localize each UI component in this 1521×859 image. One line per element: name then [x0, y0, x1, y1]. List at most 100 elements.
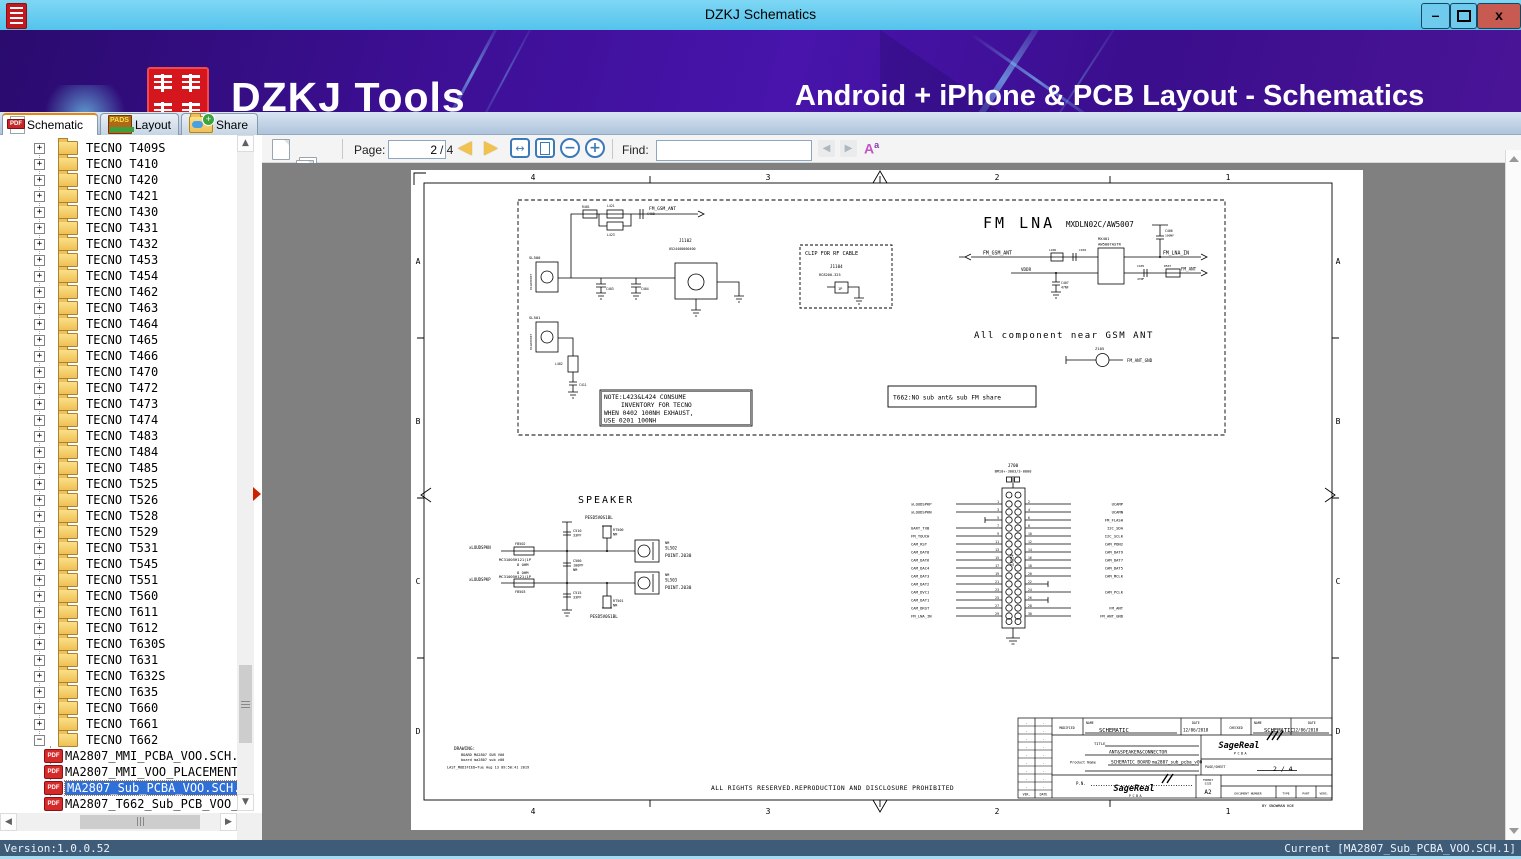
tree-folder-item[interactable]: + TECNO T531 [0, 538, 237, 556]
tree-folder-item[interactable]: + TECNO T485 [0, 458, 237, 476]
tree-folder-item[interactable]: + TECNO T611 [0, 602, 237, 620]
tree-folder-item[interactable]: + TECNO T474 [0, 410, 237, 428]
expand-icon[interactable]: + [34, 702, 45, 714]
tree-folder-item[interactable]: + TECNO T420 [0, 170, 237, 188]
tree-hscrollbar[interactable]: ◀ ▶ [0, 813, 237, 831]
tree-folder-item[interactable]: + TECNO T560 [0, 586, 237, 604]
fit-width-button[interactable]: ↔ [510, 138, 530, 158]
expand-icon[interactable]: + [34, 174, 45, 186]
expand-icon[interactable]: + [34, 510, 45, 522]
page-number-input[interactable] [388, 140, 446, 159]
expand-icon[interactable]: + [34, 206, 45, 218]
expand-icon[interactable]: + [34, 318, 45, 330]
expand-icon[interactable]: + [34, 574, 45, 586]
scroll-right-button[interactable]: ▶ [220, 813, 237, 831]
next-page-button[interactable]: ▶ [484, 137, 498, 158]
expand-icon[interactable]: + [34, 462, 45, 474]
tree-folder-item[interactable]: + TECNO T612 [0, 618, 237, 636]
scroll-left-button[interactable]: ◀ [0, 813, 17, 831]
expand-icon[interactable]: + [34, 158, 45, 170]
tree-folder-item[interactable]: + TECNO T631 [0, 650, 237, 668]
scroll-down-button[interactable]: ▼ [237, 794, 254, 811]
scroll-thumb[interactable] [80, 815, 200, 829]
tree-folder-item[interactable]: + TECNO T410 [0, 154, 237, 172]
scroll-down-icon[interactable] [1509, 828, 1519, 834]
tree-folder-item[interactable]: + TECNO T473 [0, 394, 237, 412]
zoom-out-button[interactable]: − [560, 138, 580, 158]
tree-folder-item[interactable]: + TECNO T545 [0, 554, 237, 572]
expand-icon[interactable]: + [34, 590, 45, 602]
find-previous-button[interactable]: ◀ [818, 140, 835, 157]
tab-layout[interactable]: PADS Layout [100, 113, 179, 135]
tree-folder-item[interactable]: + TECNO T528 [0, 506, 237, 524]
tree-folder-item[interactable]: + TECNO T463 [0, 298, 237, 316]
tree-folder-item[interactable]: + TECNO T462 [0, 282, 237, 300]
tree-folder-item[interactable]: + TECNO T632S [0, 666, 237, 684]
expand-icon[interactable]: + [34, 414, 45, 426]
tree-folder-item[interactable]: + TECNO T421 [0, 186, 237, 204]
match-case-icon[interactable]: Aa [864, 140, 879, 157]
expand-icon[interactable]: + [34, 142, 45, 154]
expand-icon[interactable]: + [34, 446, 45, 458]
tree-folder-item[interactable]: + TECNO T470 [0, 362, 237, 380]
expand-icon[interactable]: + [34, 254, 45, 266]
collapse-icon[interactable]: − [34, 734, 45, 746]
expand-icon[interactable]: + [34, 542, 45, 554]
tree-document-item[interactable]: PDF MA2807_MMI_VOO_PLACEMENT [0, 764, 237, 780]
close-button[interactable]: x [1477, 3, 1521, 29]
expand-icon[interactable]: + [34, 286, 45, 298]
previous-page-button[interactable]: ◀ [458, 137, 472, 158]
scroll-up-icon[interactable] [1509, 156, 1519, 162]
schematic-page[interactable]: 43 21 43 21 AB CD AB CD SL500 81G000007 … [411, 170, 1363, 830]
tree-document-item[interactable]: PDFMA2807_T662_Sub_PCB_VOO_place [0, 796, 237, 812]
tree-folder-item[interactable]: − TECNO T662 [0, 730, 237, 748]
tree-document-item[interactable]: PDF MA2807_Sub_PCBA_VOO.SCH.1 [0, 780, 237, 796]
expand-icon[interactable]: + [34, 686, 45, 698]
expand-icon[interactable]: + [34, 638, 45, 650]
expand-icon[interactable]: + [34, 350, 45, 362]
tree-folder-item[interactable]: + TECNO T432 [0, 234, 237, 252]
tree-folder-item[interactable]: + TECNO T454 [0, 266, 237, 284]
expand-icon[interactable]: + [34, 382, 45, 394]
find-input[interactable] [656, 140, 812, 161]
tree-folder-item[interactable]: + TECNO T526 [0, 490, 237, 508]
expand-icon[interactable]: + [34, 718, 45, 730]
expand-icon[interactable]: + [34, 494, 45, 506]
tree-folder-item[interactable]: + TECNO T551 [0, 570, 237, 588]
viewer-vscrollbar[interactable] [1505, 150, 1521, 840]
tree-folder-item[interactable]: + TECNO T660 [0, 698, 237, 716]
tree-folder-item[interactable]: + TECNO T430 [0, 202, 237, 220]
tree-folder-item[interactable]: + TECNO T431 [0, 218, 237, 236]
tree-folder-item[interactable]: + TECNO T525 [0, 474, 237, 492]
find-next-button[interactable]: ▶ [840, 140, 857, 157]
tree-folder-item[interactable]: + TECNO T484 [0, 442, 237, 460]
expand-icon[interactable]: + [34, 366, 45, 378]
tree-folder-item[interactable]: + TECNO T409S [0, 138, 237, 156]
expand-icon[interactable]: + [34, 238, 45, 250]
expand-icon[interactable]: + [34, 606, 45, 618]
tree-folder-item[interactable]: + TECNO T630S [0, 634, 237, 652]
tree-document-item[interactable]: PDF MA2807_MMI_PCBA_VOO.SCH.1 [0, 748, 237, 764]
tree-folder-item[interactable]: + TECNO T661 [0, 714, 237, 732]
tree-vscrollbar[interactable]: ▲ ▼ [237, 135, 254, 811]
expand-icon[interactable]: + [34, 654, 45, 666]
expand-icon[interactable]: + [34, 302, 45, 314]
expand-icon[interactable]: + [34, 398, 45, 410]
expand-icon[interactable]: + [34, 558, 45, 570]
expand-icon[interactable]: + [34, 222, 45, 234]
expand-icon[interactable]: + [34, 670, 45, 682]
scroll-up-button[interactable]: ▲ [237, 135, 254, 152]
expand-icon[interactable]: + [34, 334, 45, 346]
expand-icon[interactable]: + [34, 526, 45, 538]
expand-icon[interactable]: + [34, 190, 45, 202]
tree-folder-item[interactable]: + TECNO T472 [0, 378, 237, 396]
scroll-thumb[interactable] [239, 665, 252, 743]
tree-folder-item[interactable]: + TECNO T453 [0, 250, 237, 268]
tree-folder-item[interactable]: + TECNO T465 [0, 330, 237, 348]
expand-icon[interactable]: + [34, 622, 45, 634]
expand-icon[interactable]: + [34, 430, 45, 442]
tab-share[interactable]: Share [181, 113, 258, 135]
tree-folder-item[interactable]: + TECNO T466 [0, 346, 237, 364]
page-mode-single-button[interactable] [272, 139, 290, 160]
tab-schematic[interactable]: PDF Schematic [2, 113, 98, 135]
